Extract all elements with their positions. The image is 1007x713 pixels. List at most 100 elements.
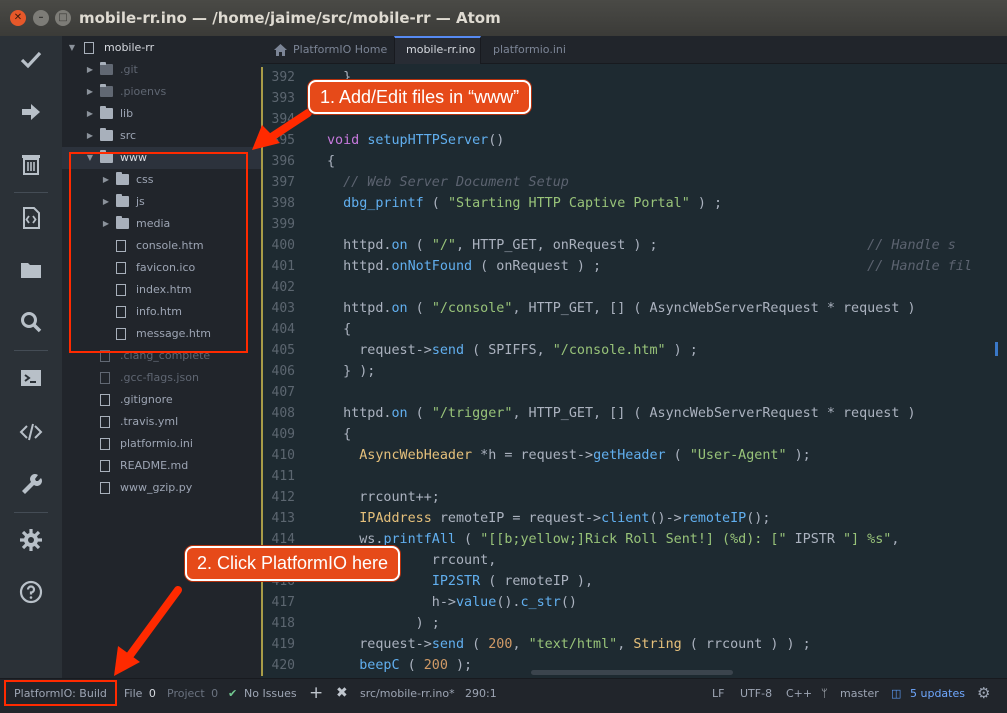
wrench-icon[interactable]	[0, 462, 62, 506]
grammar[interactable]: C++	[786, 679, 812, 713]
search-icon[interactable]	[0, 300, 62, 344]
folder-icon	[100, 128, 113, 141]
code-line: httpd.onNotFound ( onRequest ) ; // Hand…	[327, 259, 972, 274]
line-number: 392	[271, 70, 295, 85]
tab-label: PlatformIO Home	[293, 43, 388, 56]
tree-root[interactable]: ▼ mobile-rr	[62, 37, 261, 59]
line-number: 401	[271, 259, 295, 274]
platformio-toolbar	[0, 36, 62, 678]
code-line: } );	[327, 364, 376, 379]
help-icon[interactable]	[0, 570, 62, 614]
line-number: 405	[271, 343, 295, 358]
tree-item[interactable]: .gitignore	[62, 389, 261, 411]
code-line: request->send ( 200, "text/html", String…	[327, 637, 811, 652]
linter-project-tab[interactable]: Project 0	[167, 679, 218, 713]
tree-item[interactable]: .gcc-flags.json	[62, 367, 261, 389]
gear-icon[interactable]: ⚙	[977, 679, 990, 713]
maximize-window-button[interactable]: □	[55, 10, 71, 26]
tab-label: platformio.ini	[493, 43, 566, 56]
line-number: 399	[271, 217, 295, 232]
file-icon	[100, 438, 110, 450]
git-branch[interactable]: master	[840, 679, 879, 713]
callout-add-edit-files: 1. Add/Edit files in “www”	[308, 80, 532, 114]
tab-platformio-ini[interactable]: platformio.ini	[481, 36, 577, 64]
check-icon: ✔	[228, 687, 238, 700]
no-issues-label[interactable]: No Issues	[244, 679, 297, 713]
code-editor[interactable]: 392 393 394 395 396 397 398 399 400 401 402 403 404 4…	[261, 64, 1007, 678]
tree-item[interactable]: ▶ .git	[62, 59, 261, 81]
tree-item[interactable]: ▶ lib	[62, 103, 261, 125]
line-number: 397	[271, 175, 295, 190]
scrollbar-marker[interactable]	[995, 342, 998, 356]
file-count: 0	[148, 687, 156, 700]
tab-platformio-home[interactable]: PlatformIO Home	[261, 36, 394, 64]
chevron-down-icon: ▼	[68, 43, 76, 52]
line-number: 404	[271, 322, 295, 337]
code-line: dbg_printf ( "Starting HTTP Captive Port…	[343, 196, 723, 211]
chevron-right-icon: ▶	[86, 131, 94, 140]
encoding[interactable]: UTF-8	[740, 679, 772, 713]
tree-item[interactable]: ▶ src	[62, 125, 261, 147]
window-title: mobile-rr.ino — /home/jaime/src/mobile-r…	[79, 9, 501, 27]
tree-item-label: .pioenvs	[120, 85, 167, 98]
tree-item-label: .git	[120, 63, 138, 76]
file-icon	[100, 460, 110, 472]
file-path[interactable]: src/mobile-rr.ino*	[360, 679, 455, 713]
gear-icon[interactable]	[0, 518, 62, 562]
line-number-gutter: 392 393 394 395 396 397 398 399 400 401 402 403 404 4…	[261, 64, 309, 678]
toolbar-divider	[14, 350, 48, 351]
trash-icon[interactable]	[0, 142, 62, 186]
tree-item[interactable]: www_gzip.py	[62, 477, 261, 499]
project-count: 0	[211, 687, 219, 700]
terminal-icon[interactable]	[0, 356, 62, 400]
code-line: {	[327, 154, 336, 169]
toolbar-divider	[14, 512, 48, 513]
code-brackets-icon[interactable]	[0, 410, 62, 454]
line-ending[interactable]: LF	[712, 679, 724, 713]
tree-item-label: lib	[120, 107, 134, 120]
updates-link[interactable]: 5 updates	[910, 679, 965, 713]
tab-bar: PlatformIO Home mobile-rr.ino platformio…	[261, 36, 1007, 64]
tree-item-label: .travis.yml	[120, 415, 179, 428]
file-icon	[100, 372, 110, 384]
folder-icon[interactable]	[0, 248, 62, 292]
file-label: File	[124, 687, 143, 700]
horizontal-scrollbar[interactable]	[531, 670, 733, 675]
callout-click-platformio: 2. Click PlatformIO here	[185, 546, 401, 581]
tree-item-label: .gitignore	[120, 393, 173, 406]
linter-file-tab[interactable]: File 0	[124, 679, 159, 713]
tree-item[interactable]: .travis.yml	[62, 411, 261, 433]
code-line: httpd.on ( "/console", HTTP_GET, [] ( As…	[327, 301, 916, 316]
line-number: 408	[271, 406, 295, 421]
line-number: 412	[271, 490, 295, 505]
modified-line-marker	[261, 67, 263, 676]
chevron-right-icon: ▶	[86, 87, 94, 96]
file-icon	[100, 416, 110, 428]
line-number: 406	[271, 364, 295, 379]
folder-icon	[100, 84, 113, 97]
check-icon[interactable]	[0, 38, 62, 82]
tree-item[interactable]: README.md	[62, 455, 261, 477]
tree-item-label: platformio.ini	[120, 437, 193, 450]
code-file-icon[interactable]	[0, 196, 62, 240]
minimize-window-button[interactable]: –	[33, 10, 49, 26]
title-bar: ✕ – □ mobile-rr.ino — /home/jaime/src/mo…	[0, 0, 1007, 36]
close-window-button[interactable]: ✕	[10, 10, 26, 26]
tab-mobile-rr-ino[interactable]: mobile-rr.ino	[394, 36, 481, 64]
project-label: Project	[167, 687, 205, 700]
line-number: 413	[271, 511, 295, 526]
cursor-position[interactable]: 290:1	[465, 679, 497, 713]
toolbar-divider	[14, 192, 48, 193]
code-line: IPAddress remoteIP = request->client()->…	[359, 511, 771, 526]
code-line: h->value().c_str()	[327, 595, 577, 610]
plus-icon[interactable]: +	[309, 679, 323, 713]
arrow-right-icon[interactable]	[0, 90, 62, 134]
code-line: AsyncWebHeader *h = request->getHeader (…	[359, 448, 811, 463]
close-icon[interactable]: ✖	[336, 679, 348, 713]
code-line: {	[327, 427, 352, 442]
tree-item[interactable]: ▶ .pioenvs	[62, 81, 261, 103]
line-number: 403	[271, 301, 295, 316]
line-number: 420	[271, 658, 295, 673]
line-number: 409	[271, 427, 295, 442]
tree-item[interactable]: platformio.ini	[62, 433, 261, 455]
